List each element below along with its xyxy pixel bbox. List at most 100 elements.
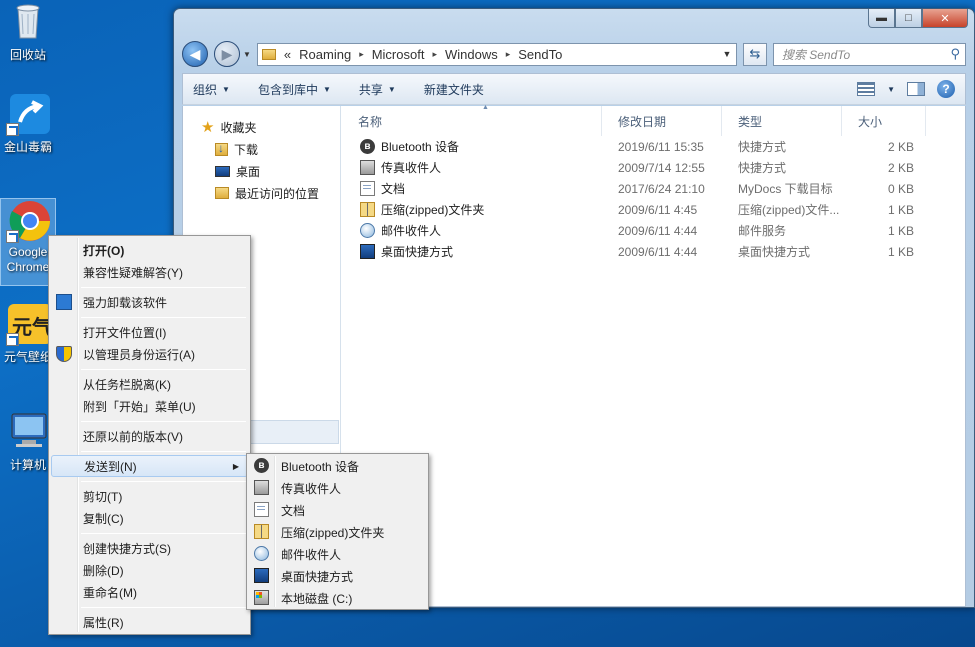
bluetooth-icon: ʙ xyxy=(360,139,375,154)
desktop-icon-label: 金山毒霸 xyxy=(3,140,52,154)
menu-item-rename[interactable]: 重命名(M) xyxy=(51,581,248,603)
shortcut-arrow-icon xyxy=(6,123,19,136)
send-to-item-documents[interactable]: 文档 xyxy=(249,499,426,521)
breadcrumb-windows[interactable]: Windows xyxy=(445,47,498,62)
menu-separator xyxy=(81,287,246,288)
menu-item-properties[interactable]: 属性(R) xyxy=(51,611,248,633)
share-menu[interactable]: 共享 ▼ xyxy=(359,81,396,98)
navigation-bar: ◀ ▶ ▼ « Roaming ▸ Microsoft ▸ Windows ▸ … xyxy=(182,41,966,67)
menu-item-send-to[interactable]: 发送到(N) ▶ xyxy=(51,455,248,477)
file-row[interactable]: ʙ Bluetooth 设备 2019/6/11 15:35 快捷方式 2 KB xyxy=(342,136,965,157)
column-name[interactable]: 名称 xyxy=(342,106,602,136)
document-icon xyxy=(254,502,269,517)
desktop-icon-recycle-bin[interactable]: 回收站 xyxy=(0,0,56,63)
file-row[interactable]: 压缩(zipped)文件夹 2009/6/11 4:45 压缩(zipped)文… xyxy=(342,199,965,220)
menu-item-restore-previous[interactable]: 还原以前的版本(V) xyxy=(51,425,248,447)
file-list: ▲ 名称 修改日期 类型 大小 ʙ Bluetooth 设备 2019/6/11 … xyxy=(342,104,965,606)
organize-menu[interactable]: 组织 ▼ xyxy=(193,81,230,98)
desktop-icon-kingsoft[interactable]: 金山毒霸 xyxy=(0,92,56,155)
yuanqi-wallpaper-icon: 元气 xyxy=(6,302,52,346)
send-to-item-local-disk[interactable]: 本地磁盘 (C:) xyxy=(249,587,426,609)
nav-favorites[interactable]: ★ 收藏夹 xyxy=(183,116,340,138)
refresh-button[interactable]: ⇆ xyxy=(742,42,767,66)
shortcut-arrow-icon xyxy=(6,333,19,346)
close-button[interactable]: ✕ xyxy=(922,9,968,28)
back-button[interactable]: ◀ xyxy=(182,41,208,67)
shortcut-arrow-icon xyxy=(6,230,19,243)
file-row[interactable]: 文档 2017/6/24 21:10 MyDocs 下载目标 0 KB xyxy=(342,178,965,199)
address-bar[interactable]: « Roaming ▸ Microsoft ▸ Windows ▸ SendTo… xyxy=(256,42,737,66)
bluetooth-icon: ʙ xyxy=(254,458,269,473)
menu-item-copy[interactable]: 复制(C) xyxy=(51,507,248,529)
column-size[interactable]: 大小 xyxy=(842,106,926,136)
menu-separator xyxy=(81,481,246,482)
chevron-down-icon[interactable]: ▼ xyxy=(887,85,895,94)
breadcrumb-separator[interactable]: ▸ xyxy=(432,49,437,60)
menu-item-compat[interactable]: 兼容性疑难解答(Y) xyxy=(51,261,248,283)
new-folder-button[interactable]: 新建文件夹 xyxy=(424,81,484,98)
search-input[interactable]: 搜索 SendTo ⚲ xyxy=(772,42,966,66)
file-row[interactable]: 传真收件人 2009/7/14 12:55 快捷方式 2 KB xyxy=(342,157,965,178)
forward-button[interactable]: ▶ xyxy=(214,41,240,67)
breadcrumb-roaming[interactable]: Roaming xyxy=(299,47,351,62)
sort-indicator-icon: ▲ xyxy=(482,104,489,111)
chevron-down-icon: ▼ xyxy=(222,84,230,94)
nav-desktop[interactable]: 桌面 xyxy=(183,160,340,182)
send-to-item-fax[interactable]: 传真收件人 xyxy=(249,477,426,499)
breadcrumb-sendto[interactable]: SendTo xyxy=(518,47,562,62)
menu-item-run-as-admin[interactable]: 以管理员身份运行(A) xyxy=(51,343,248,365)
search-icon[interactable]: ⚲ xyxy=(950,46,960,62)
menu-item-cut[interactable]: 剪切(T) xyxy=(51,485,248,507)
menu-item-open-location[interactable]: 打开文件位置(I) xyxy=(51,321,248,343)
column-headers: ▲ 名称 修改日期 类型 大小 xyxy=(342,104,965,136)
send-to-item-mail[interactable]: 邮件收件人 xyxy=(249,543,426,565)
help-icon[interactable]: ? xyxy=(937,80,955,98)
menu-item-open[interactable]: 打开(O) xyxy=(51,239,248,261)
caption-buttons: ▬ □ ✕ xyxy=(868,9,968,28)
send-to-item-desktop[interactable]: 桌面快捷方式 xyxy=(249,565,426,587)
menu-separator xyxy=(81,369,246,370)
mail-recipient-icon xyxy=(254,546,269,561)
maximize-button[interactable]: □ xyxy=(895,9,922,28)
desktop-icon-label: 元气壁纸 xyxy=(3,350,52,364)
column-date[interactable]: 修改日期 xyxy=(602,106,722,136)
desktop-shortcut-icon xyxy=(254,568,269,583)
desktop-icon-label: 回收站 xyxy=(9,48,46,62)
menu-item-pin-start[interactable]: 附到「开始」菜单(U) xyxy=(51,395,248,417)
menu-item-unpin-taskbar[interactable]: 从任务栏脱离(K) xyxy=(51,373,248,395)
menu-separator xyxy=(81,451,246,452)
downloads-folder-icon xyxy=(215,141,228,156)
menu-item-uninstall[interactable]: 强力卸载该软件 xyxy=(51,291,248,313)
send-to-item-bluetooth[interactable]: ʙ Bluetooth 设备 xyxy=(249,455,426,477)
breadcrumb-overflow[interactable]: « xyxy=(284,47,291,62)
command-bar: 组织 ▼ 包含到库中 ▼ 共享 ▼ 新建文件夹 ▼ ? xyxy=(182,73,966,105)
menu-separator xyxy=(81,533,246,534)
file-row[interactable]: 邮件收件人 2009/6/11 4:44 邮件服务 1 KB xyxy=(342,220,965,241)
desktop-shortcut-icon xyxy=(360,244,375,259)
menu-item-delete[interactable]: 删除(D) xyxy=(51,559,248,581)
breadcrumb-microsoft[interactable]: Microsoft xyxy=(372,47,425,62)
kingsoft-antivirus-icon xyxy=(6,92,50,136)
fax-icon xyxy=(254,480,269,495)
nav-downloads[interactable]: 下载 xyxy=(183,138,340,160)
change-view-icon[interactable] xyxy=(857,82,876,96)
breadcrumb-separator[interactable]: ▸ xyxy=(359,49,364,60)
chevron-down-icon: ▼ xyxy=(322,84,331,94)
preview-pane-icon[interactable] xyxy=(907,82,925,96)
address-dropdown-icon[interactable]: ▼ xyxy=(718,49,736,59)
recent-pages-dropdown[interactable]: ▼ xyxy=(243,50,251,59)
include-in-library-menu[interactable]: 包含到库中 ▼ xyxy=(258,81,331,98)
menu-item-create-shortcut[interactable]: 创建快捷方式(S) xyxy=(51,537,248,559)
uninstall-icon xyxy=(56,294,72,310)
file-row[interactable]: 桌面快捷方式 2009/6/11 4:44 桌面快捷方式 1 KB xyxy=(342,241,965,262)
column-type[interactable]: 类型 xyxy=(722,106,842,136)
breadcrumb-separator[interactable]: ▸ xyxy=(506,49,511,60)
submenu-arrow-icon: ▶ xyxy=(232,461,239,471)
recent-places-icon xyxy=(215,187,229,199)
minimize-button[interactable]: ▬ xyxy=(868,9,895,28)
send-to-item-zip[interactable]: 压缩(zipped)文件夹 xyxy=(249,521,426,543)
nav-recent-places[interactable]: 最近访问的位置 xyxy=(183,182,340,204)
computer-icon xyxy=(6,410,50,454)
menu-separator xyxy=(81,607,246,608)
zip-folder-icon xyxy=(254,524,269,539)
